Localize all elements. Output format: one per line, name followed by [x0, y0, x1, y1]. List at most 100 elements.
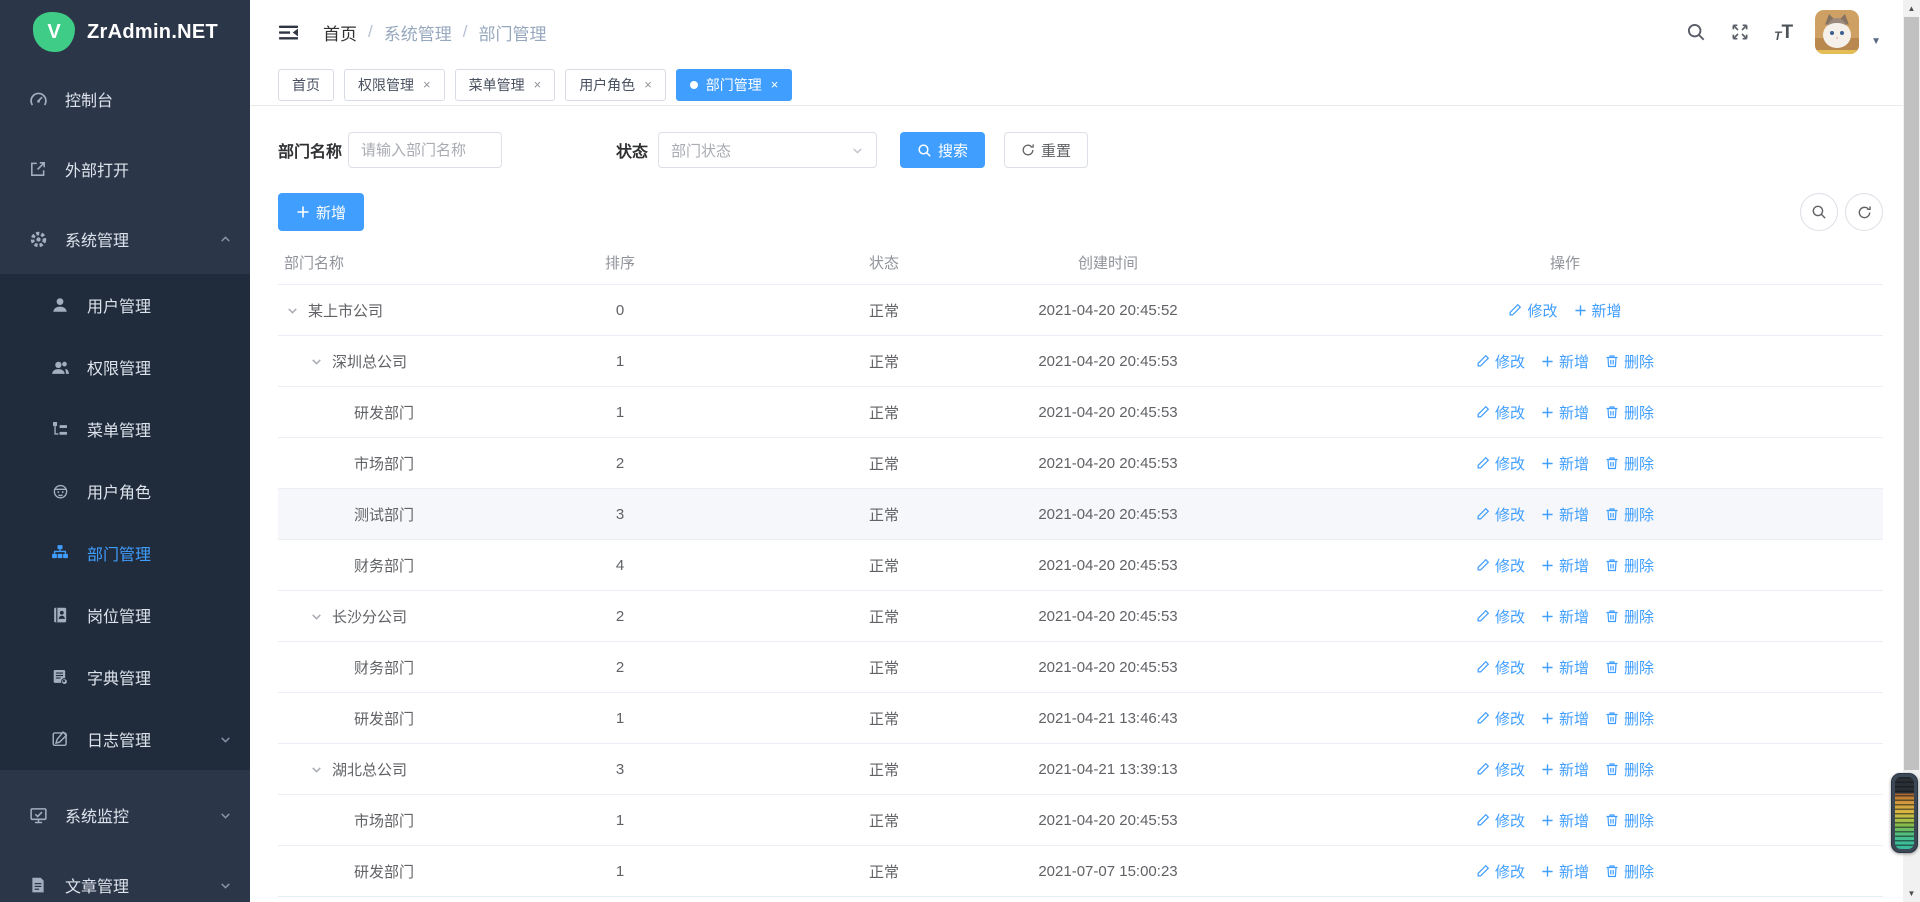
row-add-link[interactable]: 新增: [1541, 606, 1589, 627]
sidebar-group-system-management[interactable]: 系统管理: [0, 204, 250, 274]
sidebar-item-post-management[interactable]: 岗位管理: [0, 584, 250, 646]
row-edit-link[interactable]: 修改: [1508, 300, 1557, 321]
sidebar-item-label: 用户角色: [87, 479, 232, 503]
row-edit-link[interactable]: 修改: [1476, 504, 1525, 525]
dept-status: 正常: [799, 861, 969, 882]
caret-down-icon[interactable]: ▼: [1871, 36, 1881, 47]
page-scrollbar[interactable]: ▲ ▼: [1903, 0, 1920, 902]
row-delete-link[interactable]: 删除: [1605, 657, 1654, 678]
table-row: 深圳总公司 1 正常 2021-04-20 20:45:53 修改 新增 删除: [278, 336, 1883, 387]
tab-close-icon[interactable]: ×: [423, 78, 431, 91]
row-delete-link[interactable]: 删除: [1605, 606, 1654, 627]
sidebar-item-label: 控制台: [65, 87, 232, 111]
edit-label: 修改: [1527, 300, 1557, 321]
sidebar-item-permission-management[interactable]: 权限管理: [0, 336, 250, 398]
sidebar-group-article-management[interactable]: 文章管理: [0, 850, 250, 902]
row-delete-link[interactable]: 删除: [1605, 810, 1654, 831]
table-row: 财务部门 4 正常 2021-04-20 20:45:53 修改 新增 删除: [278, 540, 1883, 591]
breadcrumb-item-current: 部门管理: [478, 20, 546, 45]
refresh-button[interactable]: [1845, 193, 1883, 231]
search-button[interactable]: 搜索: [900, 132, 985, 168]
row-add-link[interactable]: 新增: [1541, 759, 1589, 780]
row-delete-link[interactable]: 删除: [1605, 708, 1654, 729]
sidebar-collapse-icon[interactable]: [278, 22, 299, 43]
row-add-link[interactable]: 新增: [1541, 708, 1589, 729]
row-delete-link[interactable]: 删除: [1605, 351, 1654, 372]
fullscreen-icon[interactable]: [1730, 22, 1750, 42]
sidebar-item-external-open[interactable]: 外部打开: [0, 134, 250, 204]
row-add-link[interactable]: 新增: [1574, 300, 1622, 321]
row-expand-icon[interactable]: [310, 763, 332, 776]
sidebar-item-label: 日志管理: [87, 727, 219, 751]
row-delete-link[interactable]: 删除: [1605, 402, 1654, 423]
status-select[interactable]: 部门状态: [658, 132, 877, 168]
row-edit-link[interactable]: 修改: [1476, 759, 1525, 780]
row-add-link[interactable]: 新增: [1541, 504, 1589, 525]
tab-close-icon[interactable]: ×: [771, 78, 779, 91]
delete-label: 删除: [1624, 657, 1654, 678]
dept-name-label: 部门名称: [278, 138, 342, 162]
scrollbar-thumb[interactable]: [1904, 17, 1919, 770]
tab-menu-management[interactable]: 菜单管理 ×: [455, 69, 556, 101]
row-edit-link[interactable]: 修改: [1476, 861, 1525, 882]
scrollbar-down-icon[interactable]: ▼: [1903, 885, 1920, 902]
scrollbar-up-icon[interactable]: ▲: [1903, 0, 1920, 17]
row-edit-link[interactable]: 修改: [1476, 402, 1525, 423]
row-expand-icon[interactable]: [310, 610, 332, 623]
row-delete-link[interactable]: 删除: [1605, 759, 1654, 780]
sidebar-item-label: 菜单管理: [87, 417, 232, 441]
status-label: 状态: [616, 138, 648, 162]
row-add-link[interactable]: 新增: [1541, 351, 1589, 372]
tab-close-icon[interactable]: ×: [534, 78, 542, 91]
tab-user-role[interactable]: 用户角色 ×: [565, 69, 666, 101]
app-logo[interactable]: V ZrAdmin.NET: [0, 0, 250, 64]
row-edit-link[interactable]: 修改: [1476, 708, 1525, 729]
app-window: V ZrAdmin.NET 控制台 外部打开: [0, 0, 1920, 902]
sidebar-item-user-role[interactable]: 用户角色: [0, 460, 250, 522]
row-add-link[interactable]: 新增: [1541, 453, 1589, 474]
row-edit-link[interactable]: 修改: [1476, 810, 1525, 831]
add-button[interactable]: 新增: [278, 193, 364, 231]
row-add-link[interactable]: 新增: [1541, 657, 1589, 678]
breadcrumb-item-system[interactable]: 系统管理: [384, 20, 452, 45]
row-delete-link[interactable]: 删除: [1605, 555, 1654, 576]
row-edit-link[interactable]: 修改: [1476, 657, 1525, 678]
edit-label: 修改: [1495, 351, 1525, 372]
row-edit-link[interactable]: 修改: [1476, 453, 1525, 474]
sidebar-item-department-management[interactable]: 部门管理: [0, 522, 250, 584]
dept-created: 2021-04-20 20:45:53: [969, 455, 1247, 472]
row-add-link[interactable]: 新增: [1541, 810, 1589, 831]
breadcrumb-item-home[interactable]: 首页: [323, 20, 357, 45]
row-edit-link[interactable]: 修改: [1476, 555, 1525, 576]
sidebar-item-log-management[interactable]: 日志管理: [0, 708, 250, 770]
row-add-link[interactable]: 新增: [1541, 402, 1589, 423]
tab-home[interactable]: 首页: [278, 69, 334, 101]
tab-permission-management[interactable]: 权限管理 ×: [344, 69, 445, 101]
edit-label: 修改: [1495, 606, 1525, 627]
dept-name-input[interactable]: [348, 132, 502, 168]
reset-button[interactable]: 重置: [1004, 132, 1088, 168]
search-icon[interactable]: [1686, 22, 1706, 42]
row-edit-link[interactable]: 修改: [1476, 351, 1525, 372]
row-expand-icon[interactable]: [310, 355, 332, 368]
user-avatar[interactable]: [1815, 10, 1859, 54]
table-row: 某上市公司 0 正常 2021-04-20 20:45:52 修改 新增: [278, 285, 1883, 336]
tab-close-icon[interactable]: ×: [644, 78, 652, 91]
toggle-search-button[interactable]: [1800, 193, 1838, 231]
topbar-actions: TT ▼: [1662, 10, 1881, 54]
font-size-icon[interactable]: TT: [1774, 23, 1793, 42]
sidebar-item-menu-management[interactable]: 菜单管理: [0, 398, 250, 460]
row-delete-link[interactable]: 删除: [1605, 861, 1654, 882]
sidebar-item-user-management[interactable]: 用户管理: [0, 274, 250, 336]
row-expand-icon[interactable]: [286, 304, 308, 317]
row-add-link[interactable]: 新增: [1541, 861, 1589, 882]
sidebar-item-dictionary-management[interactable]: 字典管理: [0, 646, 250, 708]
row-add-link[interactable]: 新增: [1541, 555, 1589, 576]
sidebar-item-dashboard[interactable]: 控制台: [0, 64, 250, 134]
delete-label: 删除: [1624, 708, 1654, 729]
row-delete-link[interactable]: 删除: [1605, 504, 1654, 525]
tab-department-management[interactable]: 部门管理 ×: [676, 69, 793, 101]
row-delete-link[interactable]: 删除: [1605, 453, 1654, 474]
sidebar-group-system-monitor[interactable]: 系统监控: [0, 780, 250, 850]
row-edit-link[interactable]: 修改: [1476, 606, 1525, 627]
